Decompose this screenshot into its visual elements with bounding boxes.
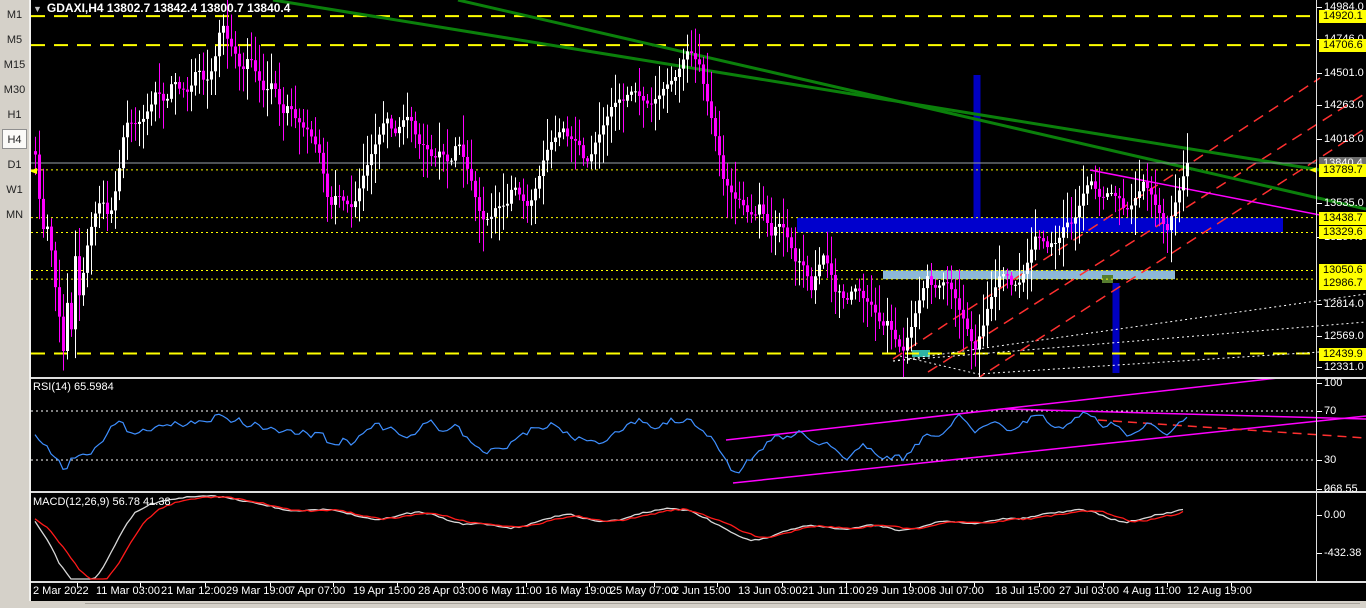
price-axis-label: 14018.0	[1324, 133, 1364, 145]
separator-price-axis	[1316, 0, 1317, 582]
macd-axis-label-tick	[1317, 553, 1322, 554]
yellow-price-label: 13329.6	[1319, 226, 1366, 239]
price-axis-label: 12331.0	[1324, 361, 1364, 373]
price-axis-label: 14263.0	[1324, 99, 1364, 111]
price-axis-tick	[1317, 367, 1322, 368]
date-axis-label: 21 Mar 12:00	[161, 585, 226, 597]
timeframe-button-m5[interactable]: M5	[2, 29, 27, 49]
price-axis-tick	[1317, 139, 1322, 140]
macd-axis-label: -432.38	[1324, 547, 1362, 559]
date-axis-label: 29 Jun 19:00	[866, 585, 930, 597]
window-bottom-bar	[0, 601, 1366, 608]
date-axis-tick	[782, 583, 783, 587]
date-axis-label: 11 Mar 03:00	[96, 585, 161, 597]
date-axis-tick	[974, 583, 975, 587]
date-axis-tick	[205, 583, 206, 587]
timeframe-toolbar: M1 M5 M15 M30 H1 H4 D1 W1 MN	[0, 0, 29, 608]
chart-area[interactable]	[31, 0, 1316, 583]
timeframe-button-h4[interactable]: H4	[2, 129, 27, 149]
date-axis-label: 25 May 07:00	[610, 585, 677, 597]
rsi-axis-label: 100	[1324, 377, 1343, 389]
date-axis-tick	[846, 583, 847, 587]
date-axis-tick	[717, 583, 718, 587]
timeframe-button-mn[interactable]: MN	[2, 204, 27, 224]
price-axis-tick	[1317, 336, 1322, 337]
date-axis-label: 16 May 19:00	[545, 585, 612, 597]
date-axis-label: 4 Aug 11:00	[1123, 585, 1181, 597]
yellow-price-label: 13050.6	[1319, 264, 1366, 277]
date-axis-tick	[77, 583, 78, 587]
toolbar-edge	[29, 0, 31, 608]
price-axis-tick	[1317, 73, 1322, 74]
date-axis-label: 12 Aug 19:00	[1187, 585, 1252, 597]
price-axis-tick	[1317, 304, 1322, 305]
rsi-axis-label-tick	[1317, 460, 1322, 461]
timeframe-button-h1[interactable]: H1	[2, 104, 27, 124]
date-axis-tick	[1167, 583, 1168, 587]
yellow-price-label: 14920.1	[1319, 10, 1366, 23]
date-axis-label: 13 Jun 03:00	[738, 585, 802, 597]
rsi-axis-label: 70	[1324, 405, 1337, 417]
rsi-axis-label-tick	[1317, 383, 1322, 384]
timeframe-button-m1[interactable]: M1	[2, 4, 27, 24]
date-axis-label: 21 Jun 11:00	[802, 585, 865, 597]
date-axis-label: 6 May 11:00	[482, 585, 542, 597]
date-axis-label: 19 Apr 15:00	[353, 585, 416, 597]
date-axis-tick	[140, 583, 141, 587]
date-axis-label: 28 Apr 03:00	[418, 585, 481, 597]
macd-axis-label-tick	[1317, 489, 1322, 490]
macd-axis-label: 268.55	[1324, 483, 1358, 495]
price-axis-tick	[1317, 7, 1322, 8]
timeframe-button-m15[interactable]: M15	[2, 54, 27, 74]
date-axis-label: 2 Jun 15:00	[673, 585, 731, 597]
date-axis-tick	[333, 583, 334, 587]
price-axis-label: 14501.0	[1324, 67, 1364, 79]
timeframe-button-d1[interactable]: D1	[2, 154, 27, 174]
date-axis-label: 18 Jul 15:00	[995, 585, 1055, 597]
timeframe-button-m30[interactable]: M30	[2, 79, 27, 99]
date-axis-tick	[910, 583, 911, 587]
date-axis-tick	[397, 583, 398, 587]
date-axis-tick	[654, 583, 655, 587]
yellow-price-label: 12986.7	[1319, 277, 1366, 290]
date-axis-tick	[589, 583, 590, 587]
yellow-price-label: 12439.9	[1319, 348, 1366, 361]
mt4-chart-window: ▼ GDAXI,H4 13802.7 13842.4 13800.7 13840.…	[0, 0, 1366, 608]
date-axis-tick	[1039, 583, 1040, 587]
date-axis-tick	[270, 583, 271, 587]
rsi-axis-label: 30	[1324, 454, 1337, 466]
date-axis-tick	[526, 583, 527, 587]
date-axis-label: 8 Jul 07:00	[930, 585, 984, 597]
date-axis-tick	[1231, 583, 1232, 587]
date-axis-label: 27 Jul 03:00	[1059, 585, 1119, 597]
date-axis-label: 2 Mar 2022	[33, 585, 89, 597]
yellow-price-label: 14706.6	[1319, 39, 1366, 52]
price-axis-tick	[1317, 105, 1322, 106]
date-axis-label: 7 Apr 07:00	[289, 585, 346, 597]
price-axis-label: 12569.0	[1324, 330, 1364, 342]
date-axis-tick	[462, 583, 463, 587]
bottom-groove	[85, 603, 1360, 604]
yellow-price-label: 13438.7	[1319, 212, 1366, 225]
price-axis-label: 12814.0	[1324, 298, 1364, 310]
macd-axis-label: 0.00	[1324, 509, 1346, 521]
rsi-axis-label-tick	[1317, 411, 1322, 412]
price-axis-tick	[1317, 203, 1322, 204]
yellow-price-label: 13789.7	[1319, 164, 1366, 177]
date-axis-label: 29 Mar 19:00	[226, 585, 291, 597]
macd-axis-label-tick	[1317, 515, 1322, 516]
date-axis-tick	[1103, 583, 1104, 587]
price-axis-label: 13535.0	[1324, 197, 1364, 209]
timeframe-button-w1[interactable]: W1	[2, 179, 27, 199]
